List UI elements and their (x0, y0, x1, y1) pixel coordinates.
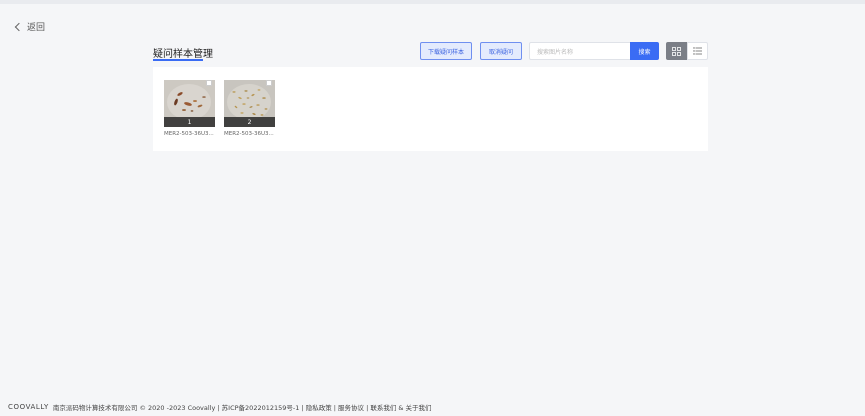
list-view-button[interactable] (687, 42, 708, 60)
search-button[interactable]: 搜索 (630, 42, 659, 60)
title-underline (153, 59, 203, 61)
brand-logo: COOVALLY (8, 403, 49, 411)
sample-index: 2 (224, 117, 275, 127)
search-input[interactable]: 搜索图片名称 (529, 42, 631, 60)
sample-card[interactable]: 1 MER2-503-36U3... (164, 80, 215, 137)
sample-thumbnail: 1 (164, 80, 215, 127)
grid-icon (672, 46, 681, 56)
sample-thumbnail: 2 (224, 80, 275, 127)
grid-view-button[interactable] (666, 42, 687, 60)
list-icon (693, 47, 702, 55)
footer-text: 南京派码物计算技术有限公司 © 2020 -2023 Coovally | 苏I… (52, 404, 432, 412)
download-samples-button[interactable]: 下载疑问样本 (420, 42, 472, 60)
back-button[interactable]: 返回 (14, 20, 46, 33)
back-label: 返回 (27, 23, 46, 33)
sample-index: 1 (164, 117, 215, 127)
sample-name: MER2-503-36U3... (164, 131, 214, 137)
page-title: 疑问样本管理 (153, 49, 213, 60)
select-checkbox[interactable] (266, 80, 272, 86)
top-bar (0, 0, 865, 4)
sample-name: MER2-503-36U3... (224, 131, 274, 137)
sample-grid-panel: 1 MER2-503-36U3... 2 MER2-503-36U3... (153, 67, 708, 151)
chevron-left-icon (14, 22, 24, 32)
select-checkbox[interactable] (206, 80, 212, 86)
sample-card[interactable]: 2 MER2-503-36U3... (224, 80, 275, 137)
cancel-question-button[interactable]: 取消疑问 (480, 42, 522, 60)
footer: COOVALLY 南京派码物计算技术有限公司 © 2020 -2023 Coov… (8, 402, 432, 412)
